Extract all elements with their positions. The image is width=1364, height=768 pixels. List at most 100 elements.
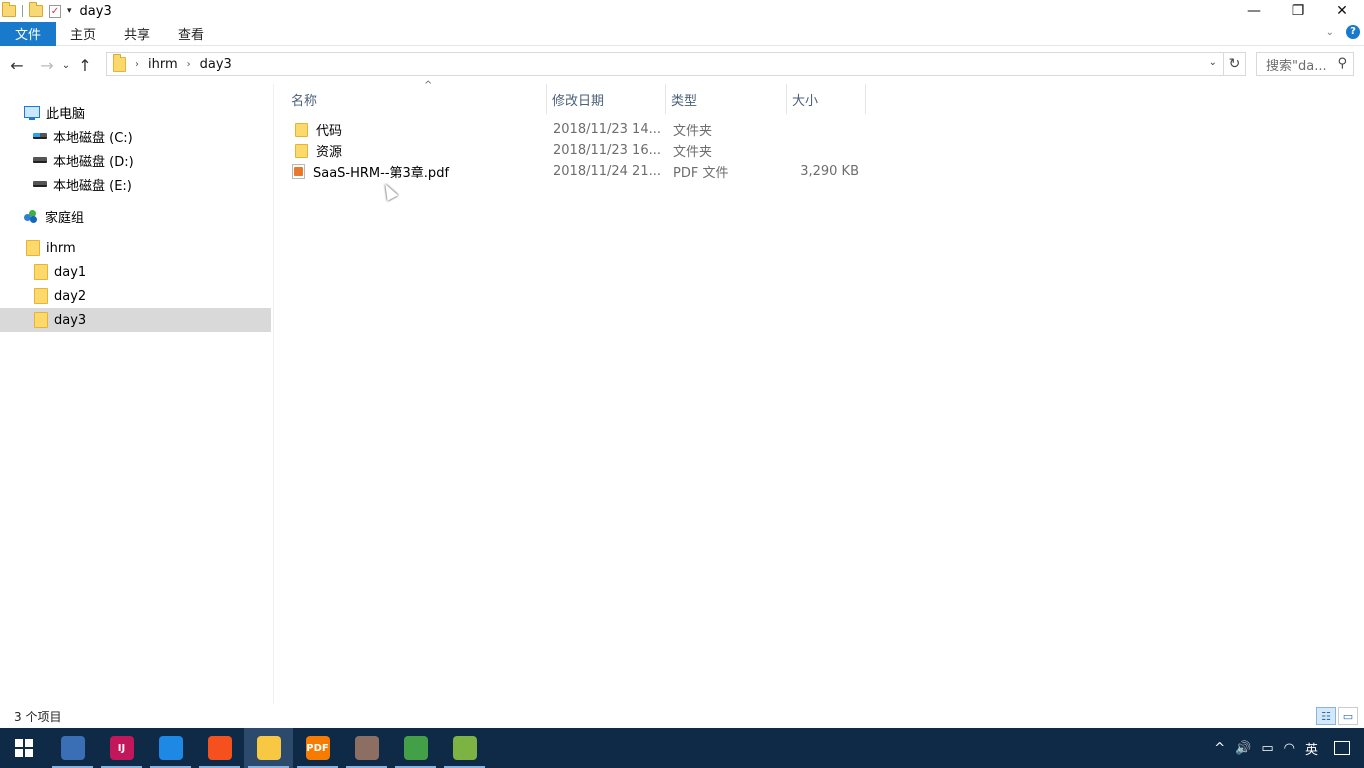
table-row[interactable]: 代码 2018/11/23 14... 文件夹 <box>274 119 874 140</box>
start-button[interactable] <box>0 728 48 768</box>
back-button[interactable]: ← <box>6 56 28 75</box>
address-dropdown-chevron-icon[interactable]: ⌄ <box>1209 57 1217 68</box>
sidebar-item-day3[interactable]: day3 <box>0 308 271 332</box>
quick-access-toolbar: ✓ ▾ <box>0 0 72 22</box>
file-name: 资源 <box>316 145 343 160</box>
intellij-idea-icon: IJ <box>109 736 134 760</box>
search-input[interactable]: 搜索"da... ⚲ <box>1256 52 1354 76</box>
forward-button[interactable]: → <box>36 56 58 75</box>
taskbar-app-button[interactable] <box>342 728 391 768</box>
folder-icon <box>2 2 16 17</box>
folder-icon <box>34 264 48 280</box>
tab-view[interactable]: 查看 <box>164 22 218 46</box>
column-header-date[interactable]: 修改日期 <box>547 84 665 114</box>
sidebar-item-label: day3 <box>54 312 87 328</box>
drive-icon <box>33 157 47 163</box>
column-header-type[interactable]: 类型 <box>666 84 786 114</box>
restore-button[interactable]: ❐ <box>1276 0 1320 22</box>
breadcrumb-ihrm[interactable]: ihrm <box>148 57 178 72</box>
file-date: 2018/11/23 16... <box>553 143 661 158</box>
volume-icon[interactable]: 🔊 <box>1235 741 1251 756</box>
network-icon[interactable]: ◠ <box>1284 741 1295 756</box>
show-hidden-icons-chevron-icon[interactable]: ^ <box>1214 741 1225 756</box>
taskbar-app-button[interactable] <box>391 728 440 768</box>
table-row[interactable]: 资源 2018/11/23 16... 文件夹 <box>274 140 874 161</box>
taskbar-app-button[interactable]: PDF <box>293 728 342 768</box>
sidebar-item-drive-c[interactable]: 本地磁盘 (C:) <box>0 124 271 148</box>
breadcrumb-day3[interactable]: day3 <box>200 57 232 72</box>
taskbar-app-button[interactable] <box>146 728 195 768</box>
homegroup-icon <box>24 210 38 223</box>
pdf-file-icon <box>292 164 305 179</box>
help-icon[interactable]: ? <box>1346 25 1360 39</box>
computer-icon <box>24 106 40 120</box>
folder-icon <box>34 312 48 328</box>
item-count: 3 个项目 <box>14 709 62 724</box>
file-date: 2018/11/23 14... <box>553 122 661 137</box>
sidebar-item-this-pc[interactable]: 此电脑 <box>0 100 271 124</box>
taskbar: IJ PDF ^ 🔊 ▭ ◠ 英 <box>0 728 1364 768</box>
address-bar[interactable]: › ihrm › day3 ⌄ <box>106 52 1224 76</box>
file-size <box>784 119 859 140</box>
tab-file[interactable]: 文件 <box>0 21 56 46</box>
sidebar-item-day2[interactable]: day2 <box>0 284 271 308</box>
sidebar-item-drive-d[interactable]: 本地磁盘 (D:) <box>0 148 271 172</box>
sidebar-item-drive-e[interactable]: 本地磁盘 (E:) <box>0 172 271 196</box>
navigation-pane: 此电脑 本地磁盘 (C:) 本地磁盘 (D:) 本地磁盘 (E:) 家庭组 ih… <box>0 84 272 704</box>
details-view-button[interactable]: ☷ <box>1316 707 1336 725</box>
taskbar-app-button[interactable] <box>440 728 489 768</box>
action-center-icon[interactable] <box>1334 741 1350 755</box>
close-button[interactable]: ✕ <box>1320 0 1364 22</box>
folder-icon <box>113 53 126 72</box>
file-type: 文件夹 <box>673 124 713 139</box>
sidebar-item-day1[interactable]: day1 <box>0 260 271 284</box>
vscode-icon <box>158 736 183 760</box>
taskbar-app-button[interactable] <box>195 728 244 768</box>
input-method-indicator[interactable]: 英 <box>1305 739 1318 758</box>
file-size: 3,290 KB <box>800 164 859 179</box>
recent-locations-button[interactable]: ⌄ <box>58 60 74 71</box>
pdf-reader-icon: PDF <box>305 736 330 760</box>
large-icons-view-button[interactable]: ▭ <box>1338 707 1358 725</box>
taskbar-app-button[interactable]: IJ <box>97 728 146 768</box>
folder-icon <box>34 288 48 304</box>
sidebar-item-homegroup[interactable]: 家庭组 <box>0 204 271 228</box>
folder-icon <box>26 240 40 256</box>
table-row[interactable]: SaaS-HRM--第3章.pdf 2018/11/24 21... PDF 文… <box>274 161 874 182</box>
refresh-button[interactable]: ↻ <box>1224 52 1246 76</box>
notepad-plus-icon <box>452 736 477 760</box>
toolbar-divider <box>22 5 23 17</box>
column-header-name[interactable]: 名称 ^ <box>286 80 546 114</box>
search-icon[interactable]: ⚲ <box>1337 56 1347 71</box>
sidebar-item-label: 此电脑 <box>46 106 86 122</box>
file-explorer-icon <box>256 736 281 760</box>
window-controls: — ❐ ✕ <box>1232 0 1364 22</box>
file-name: 代码 <box>316 124 343 139</box>
new-folder-icon[interactable] <box>29 2 43 17</box>
tab-share[interactable]: 共享 <box>110 22 164 46</box>
customize-toolbar-chevron-icon[interactable]: ▾ <box>67 6 72 16</box>
drive-icon <box>33 181 47 187</box>
properties-icon[interactable]: ✓ <box>49 4 61 18</box>
sidebar-item-label: 本地磁盘 (C:) <box>53 130 133 146</box>
dolphin-app-icon <box>60 736 85 760</box>
sidebar-item-ihrm[interactable]: ihrm <box>0 236 271 260</box>
column-header-size[interactable]: 大小 <box>787 84 865 114</box>
column-divider[interactable] <box>865 84 866 114</box>
minimize-button[interactable]: — <box>1232 0 1276 22</box>
sidebar-item-label: day1 <box>54 264 87 280</box>
ribbon-tabs: 文件 主页 共享 查看 ⌄ ? <box>0 21 1364 46</box>
up-button[interactable]: ↑ <box>74 56 96 75</box>
file-date: 2018/11/24 21... <box>553 164 661 179</box>
title-bar: ✓ ▾ day3 — ❐ ✕ <box>0 0 1364 22</box>
file-list: 名称 ^ 修改日期 类型 大小 代码 2018/11/23 14... 文件夹 … <box>274 80 1364 704</box>
taskbar-app-button[interactable] <box>48 728 97 768</box>
expand-ribbon-chevron-icon[interactable]: ⌄ <box>1326 27 1334 38</box>
tab-home[interactable]: 主页 <box>56 22 110 46</box>
battery-icon[interactable]: ▭ <box>1261 741 1273 756</box>
window-title: day3 <box>79 3 112 19</box>
taskbar-app-button[interactable] <box>244 728 293 768</box>
status-bar: 3 个项目 ☷ ▭ <box>0 704 1364 728</box>
sidebar-item-label: day2 <box>54 288 87 304</box>
paint-app-icon <box>354 736 379 760</box>
